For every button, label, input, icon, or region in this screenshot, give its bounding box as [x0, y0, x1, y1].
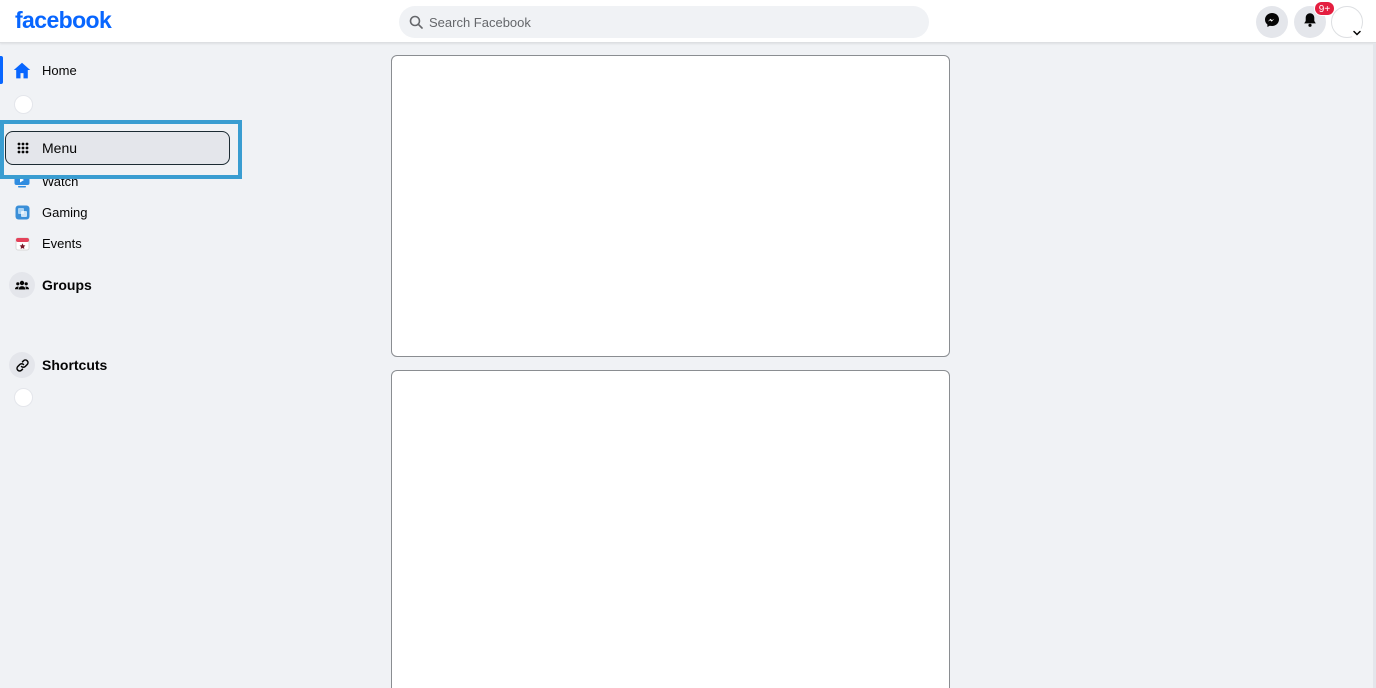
sidebar-item-label: Shortcuts — [42, 357, 108, 373]
sidebar-item-events[interactable]: Events — [8, 228, 82, 258]
sidebar-item-gaming[interactable]: Gaming — [8, 197, 88, 227]
search-icon — [409, 15, 423, 29]
sidebar-item-groups[interactable]: Groups — [8, 270, 92, 300]
profile-circle-icon[interactable] — [14, 95, 33, 114]
feed-post-card — [391, 55, 950, 357]
sidebar-item-home[interactable]: Home — [8, 55, 77, 85]
messenger-button[interactable] — [1256, 6, 1288, 38]
home-icon — [8, 56, 36, 84]
bell-icon — [1303, 12, 1317, 33]
search-input[interactable] — [429, 14, 909, 30]
chevron-down-icon — [1351, 27, 1363, 39]
events-icon — [8, 229, 36, 257]
sidebar-item-shortcuts[interactable]: Shortcuts — [8, 350, 107, 380]
link-icon — [9, 352, 35, 378]
active-nav-indicator — [0, 56, 3, 84]
top-navigation-bar: facebook 9+ — [0, 0, 1376, 43]
sidebar-item-label: Home — [42, 62, 77, 78]
feed-post-card — [391, 370, 950, 688]
sidebar-item-label: Groups — [42, 277, 92, 293]
sidebar-item-label: Gaming — [42, 204, 88, 220]
sidebar-item-label: Events — [42, 235, 82, 251]
groups-icon — [9, 272, 35, 298]
gaming-icon — [8, 198, 36, 226]
highlight-annotation-box — [0, 120, 242, 179]
search-bar[interactable] — [399, 6, 929, 38]
messenger-icon — [1264, 12, 1280, 33]
shortcut-circle-icon[interactable] — [14, 388, 33, 407]
facebook-logo[interactable]: facebook — [15, 7, 112, 34]
